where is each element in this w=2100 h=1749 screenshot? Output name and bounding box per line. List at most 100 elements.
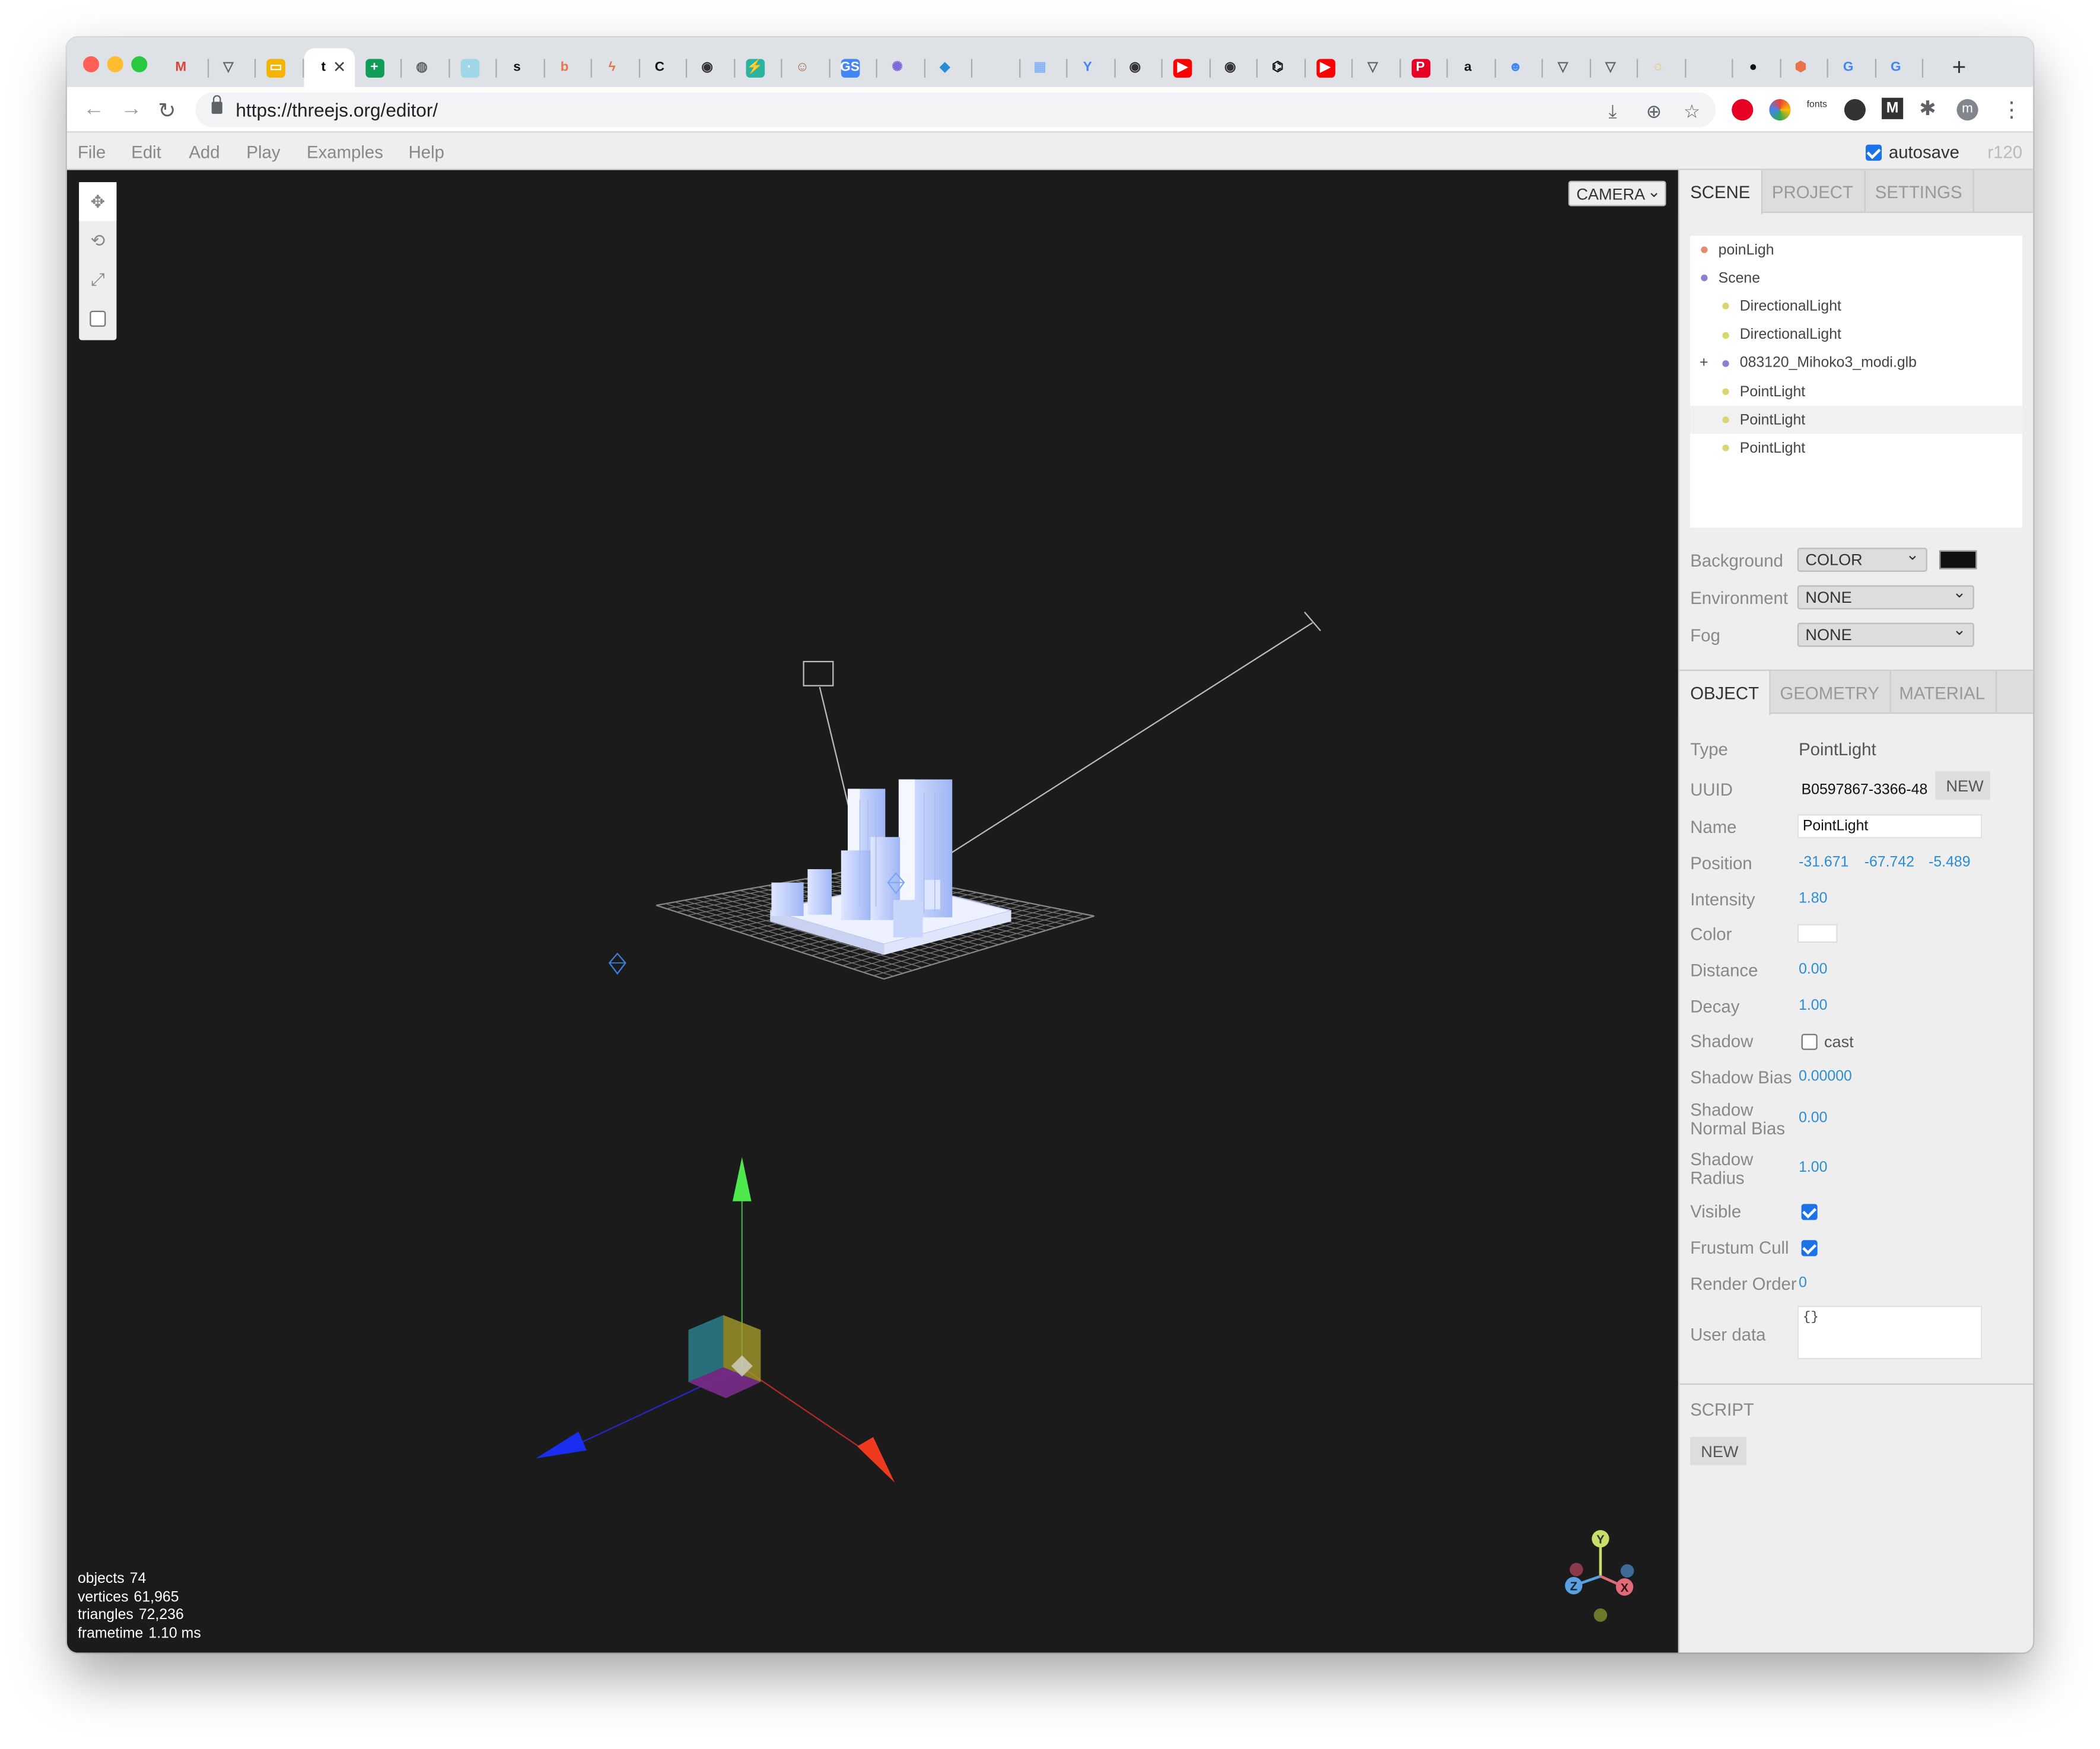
maximize-window-button[interactable] bbox=[131, 56, 148, 72]
city-model[interactable] bbox=[769, 779, 1011, 955]
local-icon[interactable] bbox=[79, 298, 116, 337]
fog-select[interactable]: NONE bbox=[1797, 620, 1974, 647]
browser-tab[interactable]: ▭ bbox=[256, 48, 303, 87]
autosave-checkbox[interactable] bbox=[1866, 144, 1882, 160]
shadow-radius-input[interactable]: 1.00 bbox=[1799, 1160, 1827, 1176]
camera-select[interactable]: CAMERA ⌄ bbox=[1568, 180, 1666, 206]
browser-tab[interactable]: t ✕ bbox=[303, 48, 355, 87]
browser-tab[interactable]: Y bbox=[1067, 48, 1115, 87]
browser-tab[interactable]: ● bbox=[1733, 48, 1780, 87]
pinterest-extension-icon[interactable] bbox=[1732, 99, 1754, 121]
browser-tab[interactable]: ▶ bbox=[1305, 48, 1353, 87]
axis-view-helper[interactable]: Y Z X bbox=[1565, 1529, 1634, 1622]
shadow-normal-bias-input[interactable]: 0.00 bbox=[1799, 1110, 1827, 1126]
render-order-input[interactable]: 0 bbox=[1799, 1275, 1807, 1291]
back-button[interactable]: ← bbox=[83, 98, 104, 122]
outliner-item[interactable]: poinLigh bbox=[1690, 236, 2022, 263]
browser-menu-icon[interactable]: ⋮ bbox=[2001, 97, 2022, 123]
browser-tab[interactable]: ▽ bbox=[1590, 48, 1638, 87]
browser-tab[interactable]: ☻ bbox=[1496, 48, 1543, 87]
menu-examples[interactable]: Examples bbox=[307, 142, 383, 162]
browser-tab[interactable]: ☺ bbox=[782, 48, 829, 87]
reload-button[interactable]: ↻ bbox=[158, 98, 176, 125]
browser-tab[interactable] bbox=[972, 48, 1020, 87]
browser-tab[interactable]: ▽ bbox=[208, 48, 256, 87]
forward-button[interactable]: → bbox=[120, 98, 142, 122]
new-script-button[interactable]: NEW bbox=[1690, 1437, 1747, 1465]
outliner-item[interactable]: DirectionalLight bbox=[1690, 292, 2022, 320]
distance-input[interactable]: 0.00 bbox=[1799, 962, 1827, 978]
new-tab-button[interactable]: + bbox=[1952, 53, 1967, 81]
tab-object[interactable]: OBJECT bbox=[1679, 670, 1771, 716]
close-tab-icon[interactable]: ✕ bbox=[333, 58, 346, 77]
uuid-new-button[interactable]: NEW bbox=[1935, 771, 1990, 800]
move-icon[interactable]: ✥ bbox=[79, 182, 117, 221]
scale-icon[interactable]: ⤢ bbox=[79, 260, 116, 298]
background-select[interactable]: COLOR bbox=[1797, 545, 1927, 572]
outliner-item[interactable]: PointLight bbox=[1690, 434, 2022, 462]
browser-tab[interactable]: G bbox=[1876, 48, 1923, 87]
tab-geometry[interactable]: GEOMETRY bbox=[1769, 670, 1892, 714]
browser-tab[interactable]: GS bbox=[830, 48, 877, 87]
browser-tab[interactable]: ◉ bbox=[1210, 48, 1258, 87]
frustum-cull-checkbox[interactable] bbox=[1801, 1240, 1818, 1257]
user-data-textarea[interactable]: {} bbox=[1797, 1305, 1983, 1360]
browser-tab[interactable]: s bbox=[497, 48, 545, 87]
browser-tab[interactable]: ⚡ bbox=[734, 48, 782, 87]
position-z-input[interactable]: -5.489 bbox=[1929, 854, 1970, 870]
outliner-item[interactable]: Scene bbox=[1690, 264, 2022, 292]
light-color-swatch[interactable] bbox=[1797, 924, 1838, 943]
browser-tab[interactable]: ◌ bbox=[1638, 48, 1685, 87]
browser-tab[interactable]: M bbox=[161, 48, 208, 87]
browser-tab[interactable]: ⌬ bbox=[1258, 48, 1305, 87]
tab-settings[interactable]: SETTINGS bbox=[1864, 170, 1974, 213]
close-window-button[interactable] bbox=[82, 56, 100, 72]
address-url[interactable]: https://threejs.org/editor/ bbox=[236, 99, 438, 120]
address-bar[interactable]: https://threejs.org/editor/ ⤓ ⊕ ☆ bbox=[195, 92, 1716, 128]
zoom-icon[interactable]: ⊕ bbox=[1646, 100, 1662, 123]
shadow-cast-checkbox[interactable] bbox=[1801, 1034, 1818, 1050]
bookmark-star-icon[interactable]: ☆ bbox=[1684, 100, 1700, 123]
point-light-helper-icon[interactable] bbox=[608, 952, 626, 975]
menu-file[interactable]: File bbox=[78, 142, 106, 162]
fonts-extension-icon[interactable]: fonts bbox=[1807, 100, 1827, 110]
browser-tab[interactable]: + bbox=[354, 48, 402, 87]
menu-play[interactable]: Play bbox=[246, 142, 280, 162]
position-x-input[interactable]: -31.671 bbox=[1799, 854, 1848, 870]
browser-tab[interactable]: ◍ bbox=[402, 48, 449, 87]
shadow-cast-toggle[interactable]: cast bbox=[1801, 1032, 1854, 1051]
environment-select[interactable]: NONE bbox=[1797, 583, 1974, 610]
outliner-item[interactable]: PointLight bbox=[1690, 378, 2022, 406]
browser-tab[interactable]: ◉ bbox=[687, 48, 734, 87]
intensity-input[interactable]: 1.80 bbox=[1799, 891, 1827, 907]
download-icon[interactable]: ⤓ bbox=[1608, 100, 1617, 123]
outliner-item[interactable]: PointLight bbox=[1690, 406, 2023, 434]
browser-tab[interactable]: ⬢ bbox=[1781, 48, 1828, 87]
browser-tab[interactable]: ◆ bbox=[925, 48, 972, 87]
browser-tab[interactable]: C bbox=[639, 48, 687, 87]
browser-tab[interactable]: ▶ bbox=[1163, 48, 1210, 87]
name-input[interactable]: PointLight bbox=[1797, 814, 1983, 839]
extensions-puzzle-icon[interactable]: ✱ bbox=[1919, 97, 1936, 120]
expand-icon[interactable]: + bbox=[1700, 355, 1708, 371]
browser-tab[interactable]: b bbox=[545, 48, 592, 87]
browser-tab[interactable]: G bbox=[1828, 48, 1876, 87]
color-picker-extension-icon[interactable] bbox=[1769, 99, 1791, 121]
menu-edit[interactable]: Edit bbox=[131, 142, 161, 162]
tab-material[interactable]: MATERIAL bbox=[1888, 670, 1997, 714]
menu-add[interactable]: Add bbox=[189, 142, 219, 162]
outliner-item[interactable]: DirectionalLight bbox=[1690, 321, 2022, 349]
rotate-icon[interactable]: ⟲ bbox=[79, 221, 116, 259]
position-y-input[interactable]: -67.742 bbox=[1864, 854, 1914, 870]
browser-tab[interactable]: ▽ bbox=[1353, 48, 1400, 87]
shadow-bias-input[interactable]: 0.00000 bbox=[1799, 1069, 1852, 1085]
visible-checkbox[interactable] bbox=[1801, 1204, 1818, 1220]
browser-tab[interactable] bbox=[1685, 48, 1733, 87]
transform-gizmo[interactable] bbox=[536, 1157, 895, 1483]
browser-tab[interactable]: ▽ bbox=[1543, 48, 1590, 87]
decay-input[interactable]: 1.00 bbox=[1799, 998, 1827, 1014]
medium-extension-icon[interactable]: M bbox=[1882, 97, 1904, 119]
tab-project[interactable]: PROJECT bbox=[1761, 170, 1866, 213]
autosave-toggle[interactable]: autosave bbox=[1866, 142, 1959, 162]
tab-scene[interactable]: SCENE bbox=[1679, 170, 1762, 215]
